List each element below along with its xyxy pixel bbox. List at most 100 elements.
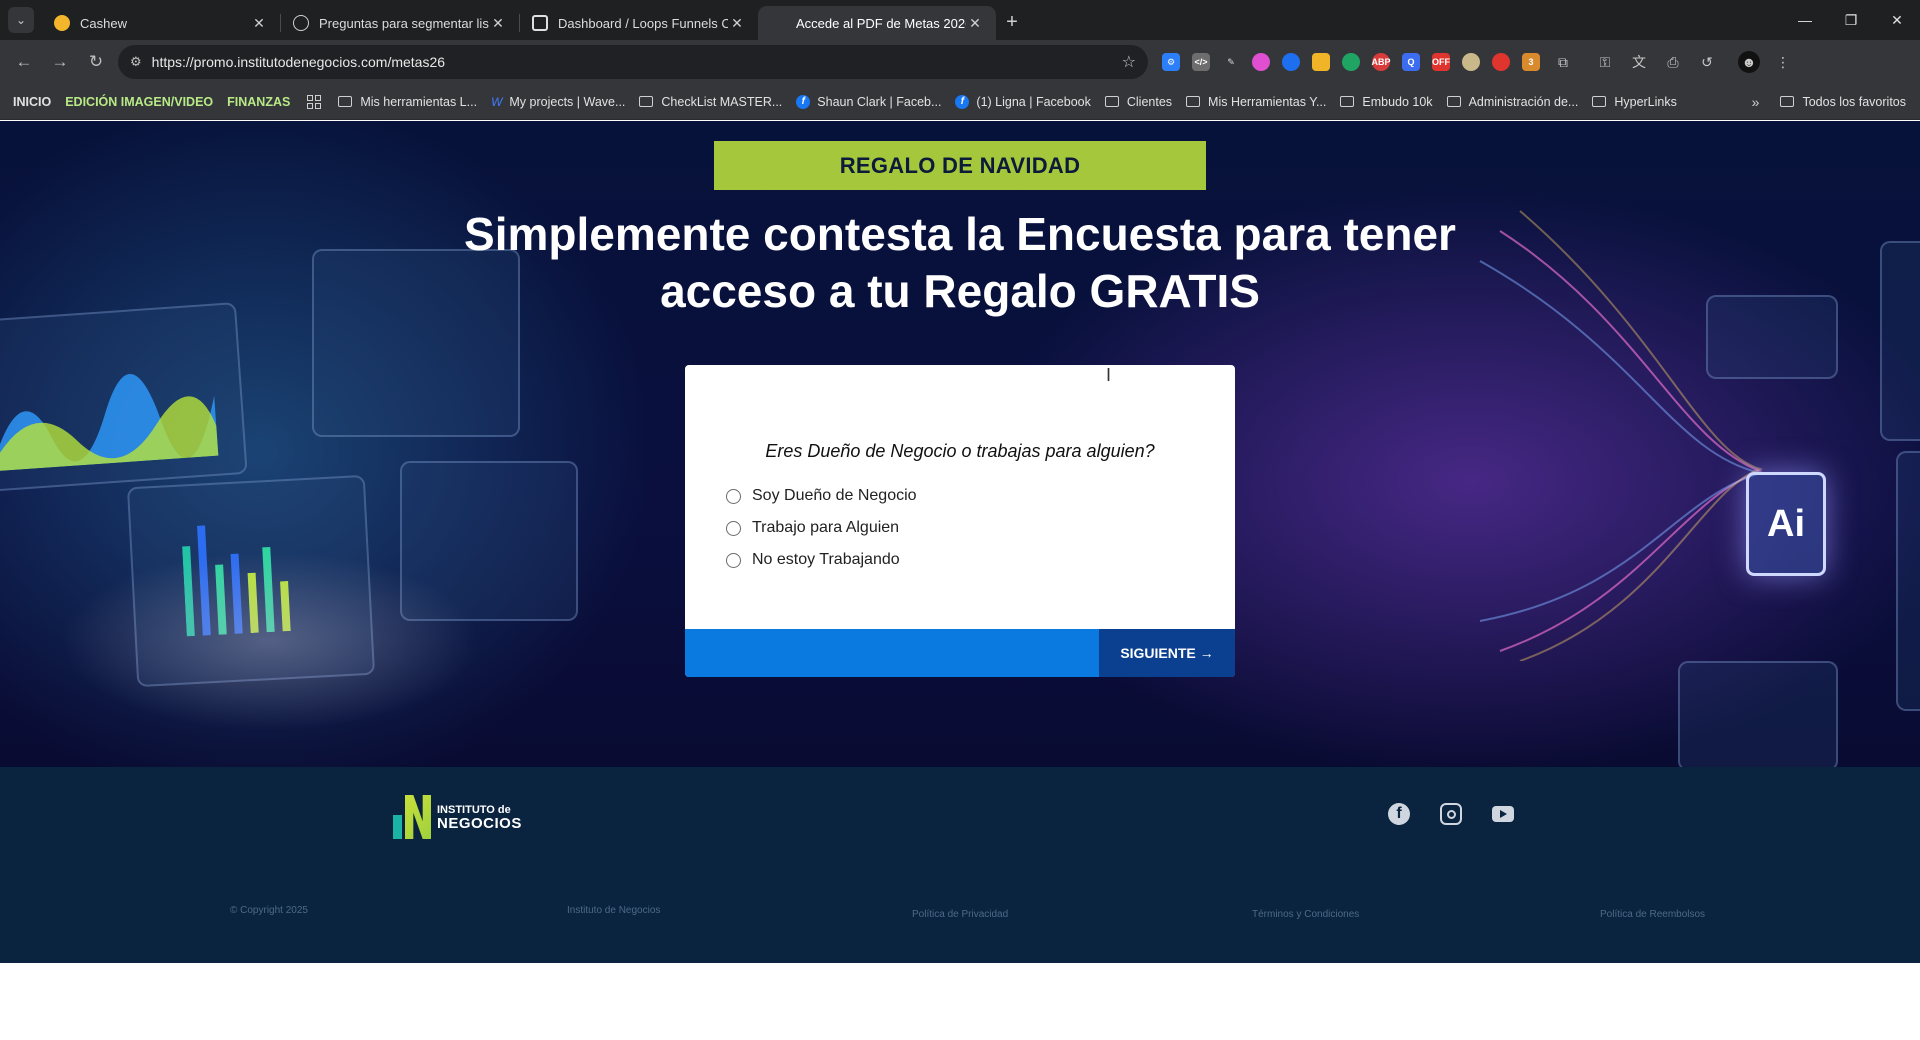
site-info-icon[interactable]: ⚙ — [130, 54, 142, 70]
radio-button[interactable] — [726, 520, 741, 536]
footer-link-privacidad[interactable]: Política de Privacidad — [912, 909, 1008, 920]
grid-extension-icon[interactable] — [1312, 53, 1330, 71]
close-window-icon[interactable]: ✕ — [1874, 0, 1920, 40]
tab-metas-active[interactable]: Accede al PDF de Metas 2026 ✕ — [758, 6, 996, 40]
logo-n-icon — [393, 795, 431, 839]
logo-text: INSTITUTO de NEGOCIOS — [437, 804, 522, 832]
minimize-icon[interactable]: — — [1782, 0, 1828, 40]
bookmark-label: Mis herramientas L... — [360, 94, 478, 109]
footer-link-reembolsos[interactable]: Política de Reembolsos — [1600, 909, 1705, 920]
password-key-icon[interactable]: ⚿ — [1594, 51, 1616, 73]
bookmark-label: Todos los favoritos — [1802, 94, 1906, 109]
history-icon[interactable]: ↺ — [1696, 51, 1718, 73]
instituto-logo[interactable]: INSTITUTO de NEGOCIOS — [393, 795, 522, 839]
decorative-panel — [1678, 661, 1838, 767]
apps-grid-icon[interactable] — [307, 94, 322, 109]
text-cursor-icon: I — [1106, 365, 1112, 385]
survey-option-no-trabajando[interactable]: No estoy Trabajando — [726, 551, 900, 569]
bookmark-label: Embudo 10k — [1362, 94, 1433, 109]
ai-chip-graphic: Ai — [1746, 472, 1826, 576]
tab-cashew[interactable]: Cashew ✕ — [42, 6, 280, 40]
extensions-puzzle-icon[interactable]: ⧉ — [1552, 51, 1574, 73]
chart-extension-icon[interactable] — [1462, 53, 1480, 71]
reload-icon[interactable]: ↻ — [78, 46, 114, 78]
tab-search-chevron-icon[interactable]: ⌄ — [8, 7, 34, 33]
bookmark-folder[interactable]: Mis herramientas L... — [331, 88, 484, 116]
new-tab-plus-icon[interactable]: + — [996, 6, 1028, 38]
gift-badge: REGALO DE NAVIDAD — [714, 141, 1206, 190]
decorative-hand — [60, 551, 480, 731]
edge-extension-icon[interactable] — [1342, 53, 1360, 71]
footer-link-instituto[interactable]: Instituto de Negocios — [567, 905, 660, 916]
bookmark-folder[interactable]: HyperLinks — [1585, 88, 1684, 116]
record-extension-icon[interactable] — [1492, 53, 1510, 71]
bookmark-label: Shaun Clark | Faceb... — [817, 94, 942, 109]
adblock-extension-icon[interactable]: ABP — [1372, 53, 1391, 71]
bookmark-finanzas[interactable]: FINANZAS — [220, 88, 297, 116]
folder-icon — [1780, 96, 1795, 107]
tab-close-icon[interactable]: ✕ — [250, 15, 268, 32]
copyright-text: © Copyright 2025 — [230, 905, 308, 916]
tab-dashboard[interactable]: Dashboard / Loops Funnels Co ✕ — [520, 6, 758, 40]
radio-button[interactable] — [726, 552, 741, 568]
back-arrow-icon[interactable]: ← — [6, 46, 42, 78]
tab-close-icon[interactable]: ✕ — [489, 15, 507, 32]
hero-section: Ai REGALO DE NAVIDAD Simplemente contest… — [0, 121, 1920, 767]
bookmark-folder[interactable]: Administración de... — [1440, 88, 1586, 116]
decorative-chart-panel — [0, 302, 248, 492]
bookmark-folder[interactable]: Clientes — [1098, 88, 1179, 116]
option-label: No estoy Trabajando — [752, 551, 900, 568]
toggle-extension-icon[interactable] — [1282, 53, 1300, 71]
survey-progress-bar: SIGUIENTE → — [685, 629, 1235, 677]
page-footer: INSTITUTO de NEGOCIOS f © Copyright 2025… — [0, 767, 1920, 963]
forward-arrow-icon[interactable]: → — [42, 46, 78, 78]
menu-kebab-icon[interactable]: ⋮ — [1772, 51, 1794, 73]
option-label: Soy Dueño de Negocio — [752, 487, 917, 504]
tab-preguntas[interactable]: Preguntas para segmentar lista ✕ — [281, 6, 519, 40]
search-extension-icon[interactable]: Q — [1402, 53, 1420, 71]
downloads-extension-icon[interactable]: 3 — [1522, 53, 1540, 71]
bookmark-label: (1) Ligna | Facebook — [976, 94, 1091, 109]
bookmarks-bar: INICIO EDICIÓN IMAGEN/VIDEO FINANZAS Mis… — [0, 84, 1920, 120]
headline-line-2: acceso a tu Regalo GRATIS — [660, 265, 1260, 317]
youtube-icon[interactable] — [1492, 806, 1514, 822]
translate-icon[interactable]: 文 — [1628, 51, 1650, 73]
extension-icon[interactable]: ⚙ — [1162, 53, 1180, 71]
all-favorites[interactable]: Todos los favoritos — [1773, 88, 1920, 116]
tab-close-icon[interactable]: ✕ — [966, 15, 984, 32]
more-bookmarks-chevron-icon[interactable]: » — [1738, 94, 1774, 110]
facebook-icon[interactable]: f — [1388, 803, 1410, 825]
address-bar[interactable]: ⚙ https://promo.institutodenegocios.com/… — [118, 45, 1148, 79]
bookmark-star-icon[interactable]: ☆ — [1122, 52, 1136, 72]
survey-question: Eres Dueño de Negocio o trabajas para al… — [765, 441, 1155, 461]
bookmark-wave[interactable]: W My projects | Wave... — [484, 88, 632, 116]
bookmark-folder[interactable]: Mis Herramientas Y... — [1179, 88, 1333, 116]
bookmark-label: Mis Herramientas Y... — [1208, 94, 1327, 109]
survey-option-dueno[interactable]: Soy Dueño de Negocio — [726, 487, 917, 505]
bookmark-folder[interactable]: CheckList MASTER... — [632, 88, 789, 116]
profile-avatar-icon[interactable]: ☻ — [1738, 51, 1760, 73]
bookmark-edicion[interactable]: EDICIÓN IMAGEN/VIDEO — [58, 88, 220, 116]
bookmark-folder[interactable]: Embudo 10k — [1333, 88, 1439, 116]
print-icon[interactable]: ⎙ — [1662, 51, 1684, 73]
tab-title: Accede al PDF de Metas 2026 — [796, 15, 966, 31]
next-button[interactable]: SIGUIENTE → — [1099, 629, 1235, 677]
bookmark-facebook[interactable]: f Shaun Clark | Faceb... — [789, 88, 948, 116]
eyedropper-extension-icon[interactable]: ✎ — [1222, 53, 1240, 71]
bookmark-label: HyperLinks — [1614, 94, 1677, 109]
footer-link-terminos[interactable]: Términos y Condiciones — [1252, 909, 1359, 920]
tab-close-icon[interactable]: ✕ — [728, 15, 746, 32]
survey-option-trabajo[interactable]: Trabajo para Alguien — [726, 519, 899, 537]
facebook-icon: f — [955, 94, 970, 109]
folder-icon — [1446, 96, 1461, 107]
code-extension-icon[interactable]: </> — [1192, 53, 1210, 71]
bookmark-facebook[interactable]: f (1) Ligna | Facebook — [948, 88, 1097, 116]
color-extension-icon[interactable] — [1252, 53, 1270, 71]
instagram-icon[interactable] — [1440, 803, 1462, 825]
bookmark-inicio[interactable]: INICIO — [6, 88, 58, 116]
url-text[interactable]: https://promo.institutodenegocios.com/me… — [152, 54, 1122, 70]
radio-button[interactable] — [726, 488, 741, 504]
off-extension-icon[interactable]: OFF — [1432, 53, 1450, 71]
restore-icon[interactable]: ❐ — [1828, 0, 1874, 40]
logo-line-2: NEGOCIOS — [437, 815, 522, 832]
